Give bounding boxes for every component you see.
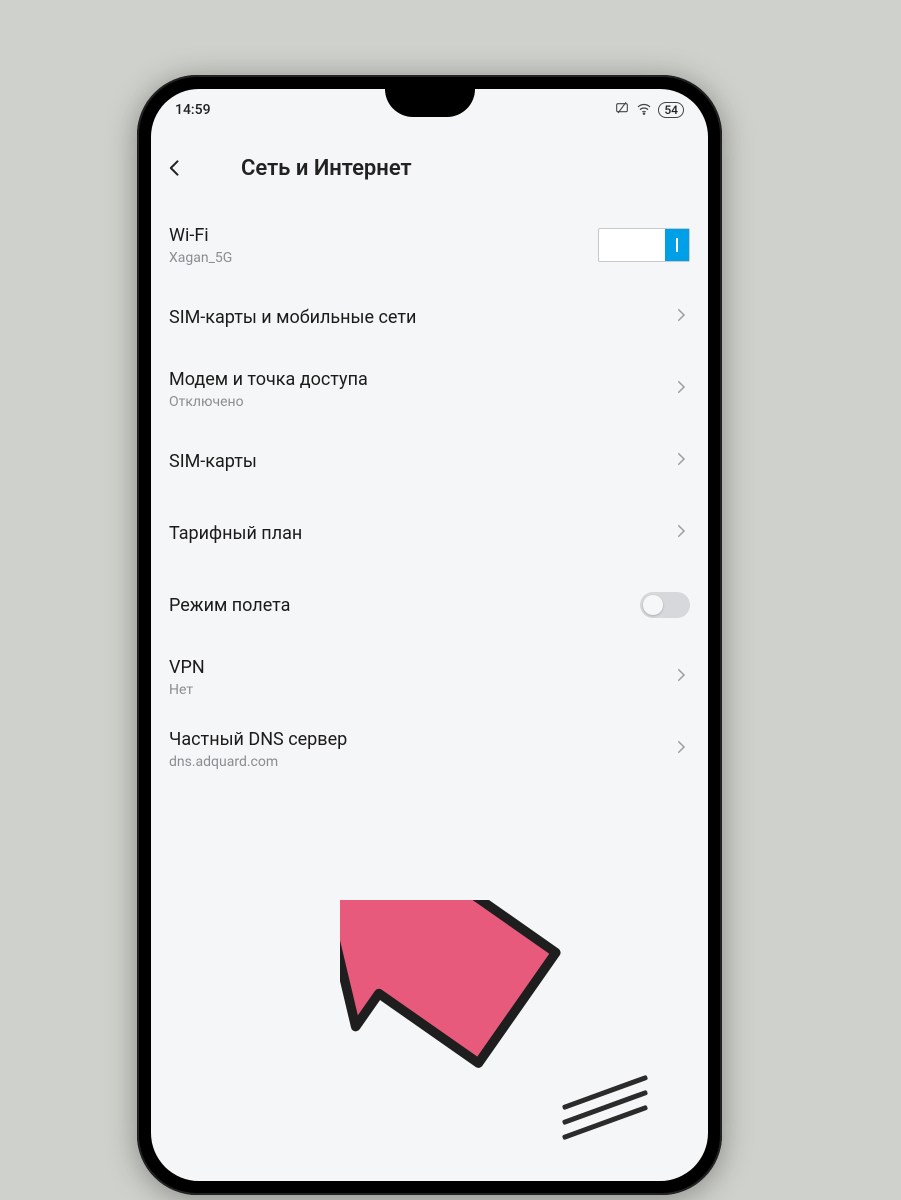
row-sim-networks-title: SIM-карты и мобильные сети bbox=[169, 307, 416, 328]
row-vpn-sub: Нет bbox=[169, 682, 205, 698]
page-title: Сеть и Интернет bbox=[241, 156, 702, 181]
row-vpn[interactable]: VPN Нет bbox=[169, 641, 690, 713]
chevron-left-icon bbox=[165, 158, 185, 178]
row-tethering-sub: Отключено bbox=[169, 394, 368, 410]
row-private-dns-sub: dns.adquard.com bbox=[169, 754, 347, 770]
status-icons: 54 bbox=[614, 101, 684, 120]
status-time: 14:59 bbox=[175, 102, 211, 118]
row-sim-networks[interactable]: SIM-карты и мобильные сети bbox=[169, 281, 690, 353]
display-notch bbox=[385, 89, 475, 117]
wifi-icon bbox=[636, 101, 652, 120]
battery-indicator: 54 bbox=[658, 102, 684, 118]
settings-list: Wi-Fi Xagan_5G SIM-карты и мобильные сет… bbox=[151, 205, 708, 785]
row-sim-cards[interactable]: SIM-карты bbox=[169, 425, 690, 497]
chevron-right-icon bbox=[672, 738, 690, 760]
row-wifi-title: Wi-Fi bbox=[169, 225, 232, 246]
row-tariff[interactable]: Тарифный план bbox=[169, 497, 690, 569]
row-sim-cards-title: SIM-карты bbox=[169, 451, 257, 472]
chevron-right-icon bbox=[672, 378, 690, 400]
row-wifi[interactable]: Wi-Fi Xagan_5G bbox=[169, 209, 690, 281]
row-airplane-title: Режим полета bbox=[169, 595, 290, 616]
page-header: Сеть и Интернет bbox=[151, 131, 708, 205]
nosim-icon bbox=[614, 101, 630, 120]
row-wifi-sub: Xagan_5G bbox=[169, 250, 232, 266]
chevron-right-icon bbox=[672, 666, 690, 688]
chevron-right-icon bbox=[672, 450, 690, 472]
row-airplane[interactable]: Режим полета bbox=[169, 569, 690, 641]
back-button[interactable] bbox=[157, 150, 193, 186]
row-vpn-title: VPN bbox=[169, 657, 205, 678]
airplane-toggle[interactable] bbox=[640, 592, 690, 618]
wifi-toggle[interactable] bbox=[598, 228, 690, 262]
phone-frame: 14:59 54 Сеть и Интернет Wi-Fi X bbox=[137, 75, 722, 1195]
row-private-dns[interactable]: Частный DNS сервер dns.adquard.com bbox=[169, 713, 690, 785]
row-tethering[interactable]: Модем и точка доступа Отключено bbox=[169, 353, 690, 425]
row-tariff-title: Тарифный план bbox=[169, 523, 302, 544]
phone-screen: 14:59 54 Сеть и Интернет Wi-Fi X bbox=[151, 89, 708, 1181]
chevron-right-icon bbox=[672, 522, 690, 544]
row-private-dns-title: Частный DNS сервер bbox=[169, 729, 347, 750]
row-tethering-title: Модем и точка доступа bbox=[169, 369, 368, 390]
chevron-right-icon bbox=[672, 306, 690, 328]
